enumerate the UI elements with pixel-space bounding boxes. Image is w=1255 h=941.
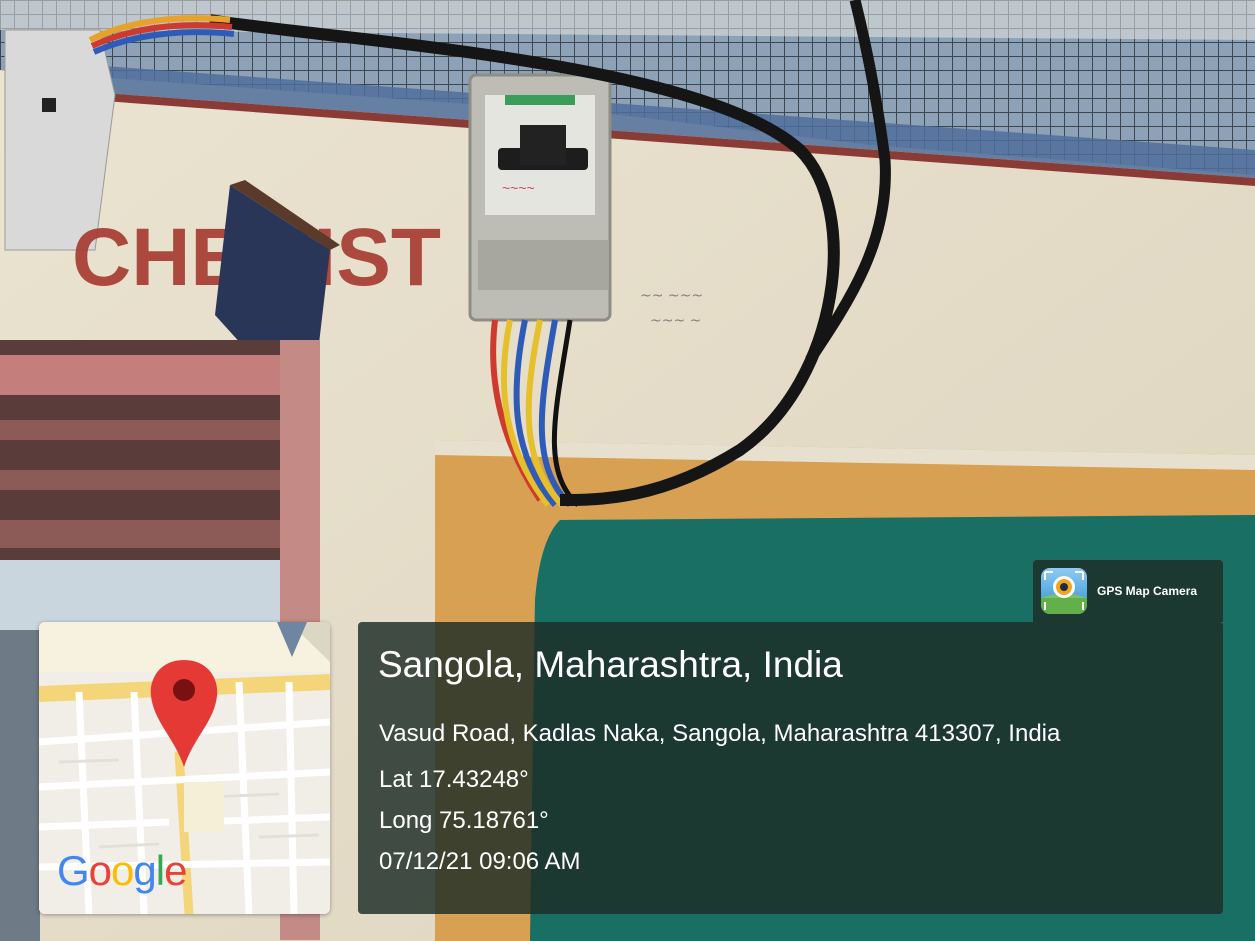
- google-logo-letter: g: [133, 847, 156, 894]
- google-logo-letter: o: [88, 847, 112, 894]
- gps-map-camera-label: GPS Map Camera: [1097, 584, 1198, 598]
- location-info-panel: Sangola, Maharashtra, India Vasud Road, …: [358, 622, 1223, 914]
- location-title: Sangola, Maharashtra, India: [378, 644, 843, 685]
- google-logo-letter: G: [57, 847, 90, 894]
- google-logo: Google: [57, 847, 187, 895]
- latitude-text: Lat 17.43248°: [379, 766, 529, 793]
- google-logo-letter: e: [164, 847, 187, 894]
- longitude-text: Long 75.18761°: [379, 807, 549, 834]
- map-thumbnail[interactable]: Google: [39, 622, 330, 914]
- location-address: Vasud Road, Kadlas Naka, Sangola, Mahara…: [379, 720, 1061, 747]
- svg-text:~~~~: ~~~~: [502, 180, 535, 196]
- google-logo-letter: l: [155, 847, 165, 894]
- google-logo-letter: o: [111, 847, 134, 894]
- datetime-text: 07/12/21 09:06 AM: [379, 848, 581, 875]
- svg-text:~~~ ~: ~~~ ~: [650, 313, 701, 329]
- svg-text:~~ ~~~: ~~ ~~~: [640, 288, 703, 304]
- gps-map-camera-badge: GPS Map Camera: [1033, 560, 1223, 622]
- gps-map-camera-icon: [1041, 568, 1087, 614]
